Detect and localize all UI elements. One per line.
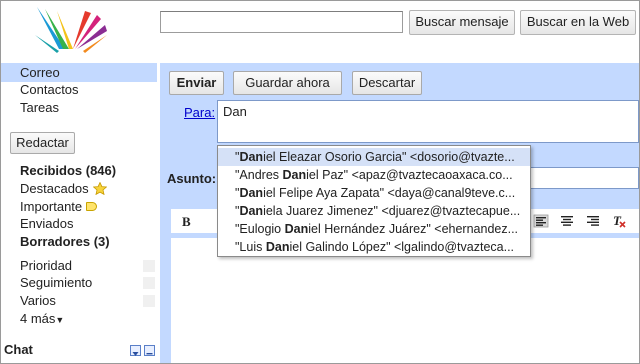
to-input[interactable]: Dan (217, 100, 639, 143)
search-mail-button[interactable]: Buscar mensaje (409, 10, 515, 35)
compose-button[interactable]: Redactar (10, 132, 75, 154)
autocomplete-item[interactable]: "Eulogio Daniel Hernández Juárez" <ehern… (218, 220, 530, 238)
save-draft-button[interactable]: Guardar ahora (233, 71, 342, 95)
subject-input[interactable] (527, 167, 639, 189)
send-button[interactable]: Enviar (169, 71, 224, 95)
bold-button[interactable]: B (182, 214, 191, 230)
label-followup[interactable]: Seguimiento (20, 275, 92, 290)
discard-button[interactable]: Descartar (352, 71, 422, 95)
label-priority[interactable]: Prioridad (20, 258, 72, 273)
align-center-icon[interactable] (559, 214, 575, 228)
labels-more-label: 4 más (20, 311, 56, 326)
to-field-label[interactable]: Para: (184, 105, 215, 120)
search-web-button[interactable]: Buscar en la Web (520, 10, 636, 35)
tv-azteca-logo-icon (35, 7, 107, 53)
recipient-autocomplete: "Daniel Eleazar Osorio Garcia" <dosorio@… (217, 145, 531, 257)
gmail-window: Buscar mensaje Buscar en la Web Correo C… (0, 0, 640, 364)
caret-down-icon: ▼ (55, 315, 65, 325)
label-color-swatch[interactable] (143, 277, 155, 289)
folder-important-label: Importante (20, 199, 83, 214)
autocomplete-item[interactable]: "Daniel Eleazar Osorio Garcia" <dosorio@… (218, 148, 530, 166)
align-right-icon[interactable] (585, 214, 601, 228)
label-color-swatch[interactable] (143, 260, 155, 272)
label-color-swatch[interactable] (143, 295, 155, 307)
folder-starred[interactable]: Destacados (20, 181, 107, 196)
folder-important[interactable]: Importante (20, 199, 98, 214)
autocomplete-item[interactable]: "Daniela Juarez Jimenez" <djuarez@tvazte… (218, 202, 530, 220)
search-input[interactable] (160, 11, 403, 33)
autocomplete-item[interactable]: "Andres Daniel Paz" <apaz@tvaztecaoaxaca… (218, 166, 530, 184)
folder-inbox[interactable]: Recibidos (846) (20, 163, 116, 178)
chat-options-icon[interactable] (130, 345, 141, 356)
align-left-icon[interactable] (533, 214, 549, 228)
folder-sent[interactable]: Enviados (20, 216, 73, 231)
folder-drafts[interactable]: Borradores (3) (20, 234, 110, 249)
folder-starred-label: Destacados (20, 181, 89, 196)
nav-item-tasks[interactable]: Tareas (20, 100, 59, 115)
autocomplete-item[interactable]: "Daniel Felipe Aya Zapata" <daya@canal9t… (218, 184, 530, 202)
nav-item-mail[interactable]: Correo (20, 65, 60, 80)
star-icon (92, 182, 107, 195)
subject-label: Asunto: (167, 171, 217, 186)
chat-minimize-icon[interactable] (144, 345, 155, 356)
chat-heading: Chat (4, 342, 33, 357)
important-marker-icon (86, 202, 98, 211)
label-misc[interactable]: Varios (20, 293, 56, 308)
to-input-value: Dan (223, 104, 247, 119)
labels-more-link[interactable]: 4 más▼ (20, 311, 64, 326)
nav-item-contacts[interactable]: Contactos (20, 82, 79, 97)
autocomplete-item[interactable]: "Luis Daniel Galindo López" <lgalindo@tv… (218, 238, 530, 256)
remove-formatting-icon[interactable]: T (611, 214, 627, 228)
